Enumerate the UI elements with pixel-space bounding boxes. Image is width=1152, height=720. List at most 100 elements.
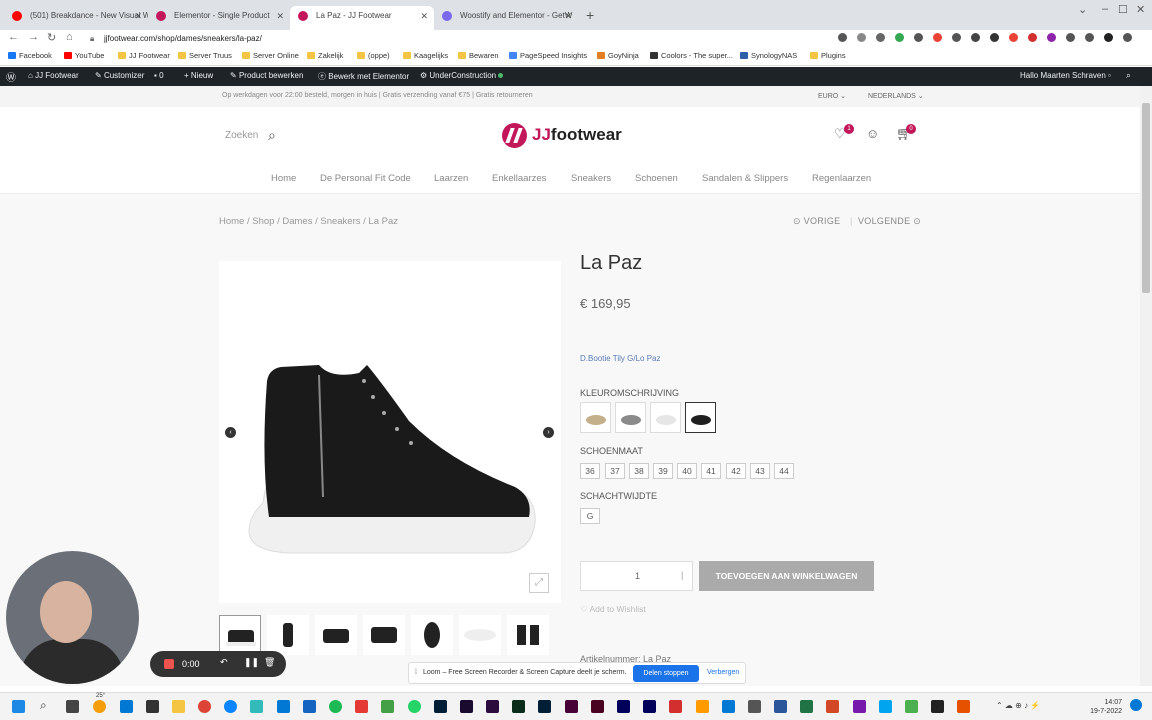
new-tab-icon[interactable]: + (586, 7, 594, 23)
app-icon[interactable] (355, 700, 368, 713)
premiere-icon[interactable] (617, 700, 630, 713)
currency-selector[interactable]: EURO ⌄ (818, 92, 846, 100)
xd-icon[interactable] (565, 700, 578, 713)
close-icon[interactable]: ✕ (420, 6, 428, 26)
app-icon[interactable] (381, 700, 394, 713)
outlook-icon[interactable] (277, 700, 290, 713)
bookmark[interactable]: GoyNinja (597, 51, 639, 60)
move-icon[interactable] (971, 33, 980, 42)
close-window-icon[interactable]: ✕ (1136, 3, 1145, 16)
bookmark[interactable]: YouTube (64, 51, 104, 60)
extension-red-icon[interactable] (1028, 33, 1037, 42)
bookmark[interactable]: (oppe) (357, 51, 390, 60)
color-swatch-selected[interactable] (685, 402, 716, 433)
browser-tab[interactable]: Woostify and Elementor - GetW ✕ (434, 6, 578, 30)
size-option[interactable]: 41 (701, 463, 721, 479)
share-icon[interactable] (838, 33, 847, 42)
wp-new-link[interactable]: + Nieuw (184, 71, 213, 80)
trash-icon[interactable]: 🗑︎ (264, 657, 275, 668)
add-to-cart-button[interactable]: TOEVOEGEN AAN WINKELWAGEN (699, 561, 874, 591)
extension-icon[interactable] (990, 33, 999, 42)
profile-icon[interactable] (1104, 33, 1113, 42)
prev-product-link[interactable]: ⊙ VORIGE (793, 216, 840, 227)
gallery-thumbnail[interactable] (219, 615, 261, 655)
color-swatch[interactable] (650, 402, 681, 433)
browser-tab-active[interactable]: La Paz - JJ Footwear ✕ (290, 6, 434, 30)
app-icon[interactable] (303, 700, 316, 713)
app-icon[interactable] (250, 700, 263, 713)
breadcrumb[interactable]: Home / Shop / Dames / Sneakers / La Paz (219, 216, 398, 227)
gallery-thumbnail[interactable] (267, 615, 309, 655)
whatsapp-icon[interactable] (408, 700, 421, 713)
close-icon[interactable]: ✕ (134, 6, 142, 26)
nav-item-sneakers[interactable]: Sneakers (571, 173, 611, 184)
wp-customizer-link[interactable]: ✎ Customizer (95, 71, 144, 80)
bookmark[interactable]: Facebook (8, 51, 52, 60)
pause-icon[interactable]: ❚❚ (244, 657, 259, 668)
wp-site-link[interactable]: ⌂ JJ Footwear (28, 71, 79, 80)
excel-icon[interactable] (800, 700, 813, 713)
sidebar-icon[interactable] (1085, 33, 1094, 42)
user-icon[interactable]: ☺ (866, 126, 879, 141)
search-label[interactable]: Zoeken (225, 130, 258, 141)
bookmark[interactable]: Kaagelijks (403, 51, 448, 60)
forward-icon[interactable]: → (28, 31, 39, 43)
size-option[interactable]: 39 (653, 463, 673, 479)
color-swatch[interactable] (580, 402, 611, 433)
drag-handle-icon[interactable]: ⁞ (415, 669, 417, 676)
app-icon[interactable] (146, 700, 159, 713)
windows-start-icon[interactable] (12, 700, 25, 713)
file-explorer-icon[interactable] (172, 700, 185, 713)
illustrator-icon[interactable] (696, 700, 709, 713)
bookmark[interactable]: SynologyNAS (740, 51, 797, 60)
task-view-icon[interactable] (66, 700, 79, 713)
menu-dots-icon[interactable] (1123, 33, 1132, 42)
app-icon[interactable] (120, 700, 133, 713)
country-selector[interactable]: NEDERLANDS ⌄ (868, 92, 924, 100)
size-option[interactable]: 42 (726, 463, 746, 479)
back-icon[interactable]: ← (8, 31, 19, 43)
dreamweaver-icon[interactable] (486, 700, 499, 713)
product-gallery[interactable]: ‹ › ⤢ (219, 261, 561, 603)
dimension-icon[interactable] (512, 700, 525, 713)
quantity-stepper[interactable]: 1 | (580, 561, 693, 591)
gallery-thumbnail[interactable] (411, 615, 453, 655)
puzzle-icon[interactable] (1066, 33, 1075, 42)
search-icon[interactable]: ⌕ (1126, 70, 1131, 81)
spotify-icon[interactable] (329, 700, 342, 713)
color-swatch[interactable] (615, 402, 646, 433)
extension-red-icon[interactable] (933, 33, 942, 42)
edge-icon[interactable] (224, 700, 237, 713)
after-effects-icon[interactable] (643, 700, 656, 713)
nav-item-home[interactable]: Home (271, 173, 296, 184)
size-option[interactable]: 38 (629, 463, 649, 479)
edit-icon[interactable] (857, 33, 866, 42)
app-icon[interactable] (905, 700, 918, 713)
notification-icon[interactable] (1130, 699, 1142, 711)
size-option[interactable]: 37 (605, 463, 625, 479)
stop-sharing-button[interactable]: Delen stoppen (633, 665, 699, 682)
next-product-link[interactable]: VOLGENDE ⊙ (858, 216, 921, 227)
maximize-icon[interactable]: ☐ (1118, 3, 1128, 16)
scrollbar-thumb[interactable] (1142, 103, 1150, 293)
page-scrollbar[interactable] (1140, 86, 1152, 686)
reload-icon[interactable]: ↻ (47, 31, 56, 44)
indesign-icon[interactable] (591, 700, 604, 713)
bookmark[interactable]: Bewaren (458, 51, 499, 60)
browser-tab[interactable]: (501) Breakdance - New Visual W ✕ (4, 6, 148, 30)
wordpress-icon[interactable]: Ⓦ (6, 69, 16, 84)
wp-edit-elementor-link[interactable]: ⓔ Bewerk met Elementor (318, 71, 409, 82)
bookmark[interactable]: Coolors - The super... (650, 51, 733, 60)
app-icon[interactable] (722, 700, 735, 713)
url-field[interactable]: 🔒︎ jjfootwear.com/shop/dames/sneakers/la… (82, 32, 842, 45)
chrome-icon[interactable] (198, 700, 211, 713)
wp-edit-product-link[interactable]: ✎ Product bewerken (230, 71, 303, 80)
size-option[interactable]: 43 (750, 463, 770, 479)
nav-item-schoenen[interactable]: Schoenen (635, 173, 678, 184)
browser-tab[interactable]: Elementor - Single Product ✕ (148, 6, 290, 30)
nav-item-laarzen[interactable]: Laarzen (434, 173, 468, 184)
home-icon[interactable]: ⌂ (66, 31, 73, 43)
webcam-bubble[interactable] (6, 551, 139, 684)
bookmark[interactable]: Server Truus (178, 51, 232, 60)
gallery-thumbnail[interactable] (363, 615, 405, 655)
